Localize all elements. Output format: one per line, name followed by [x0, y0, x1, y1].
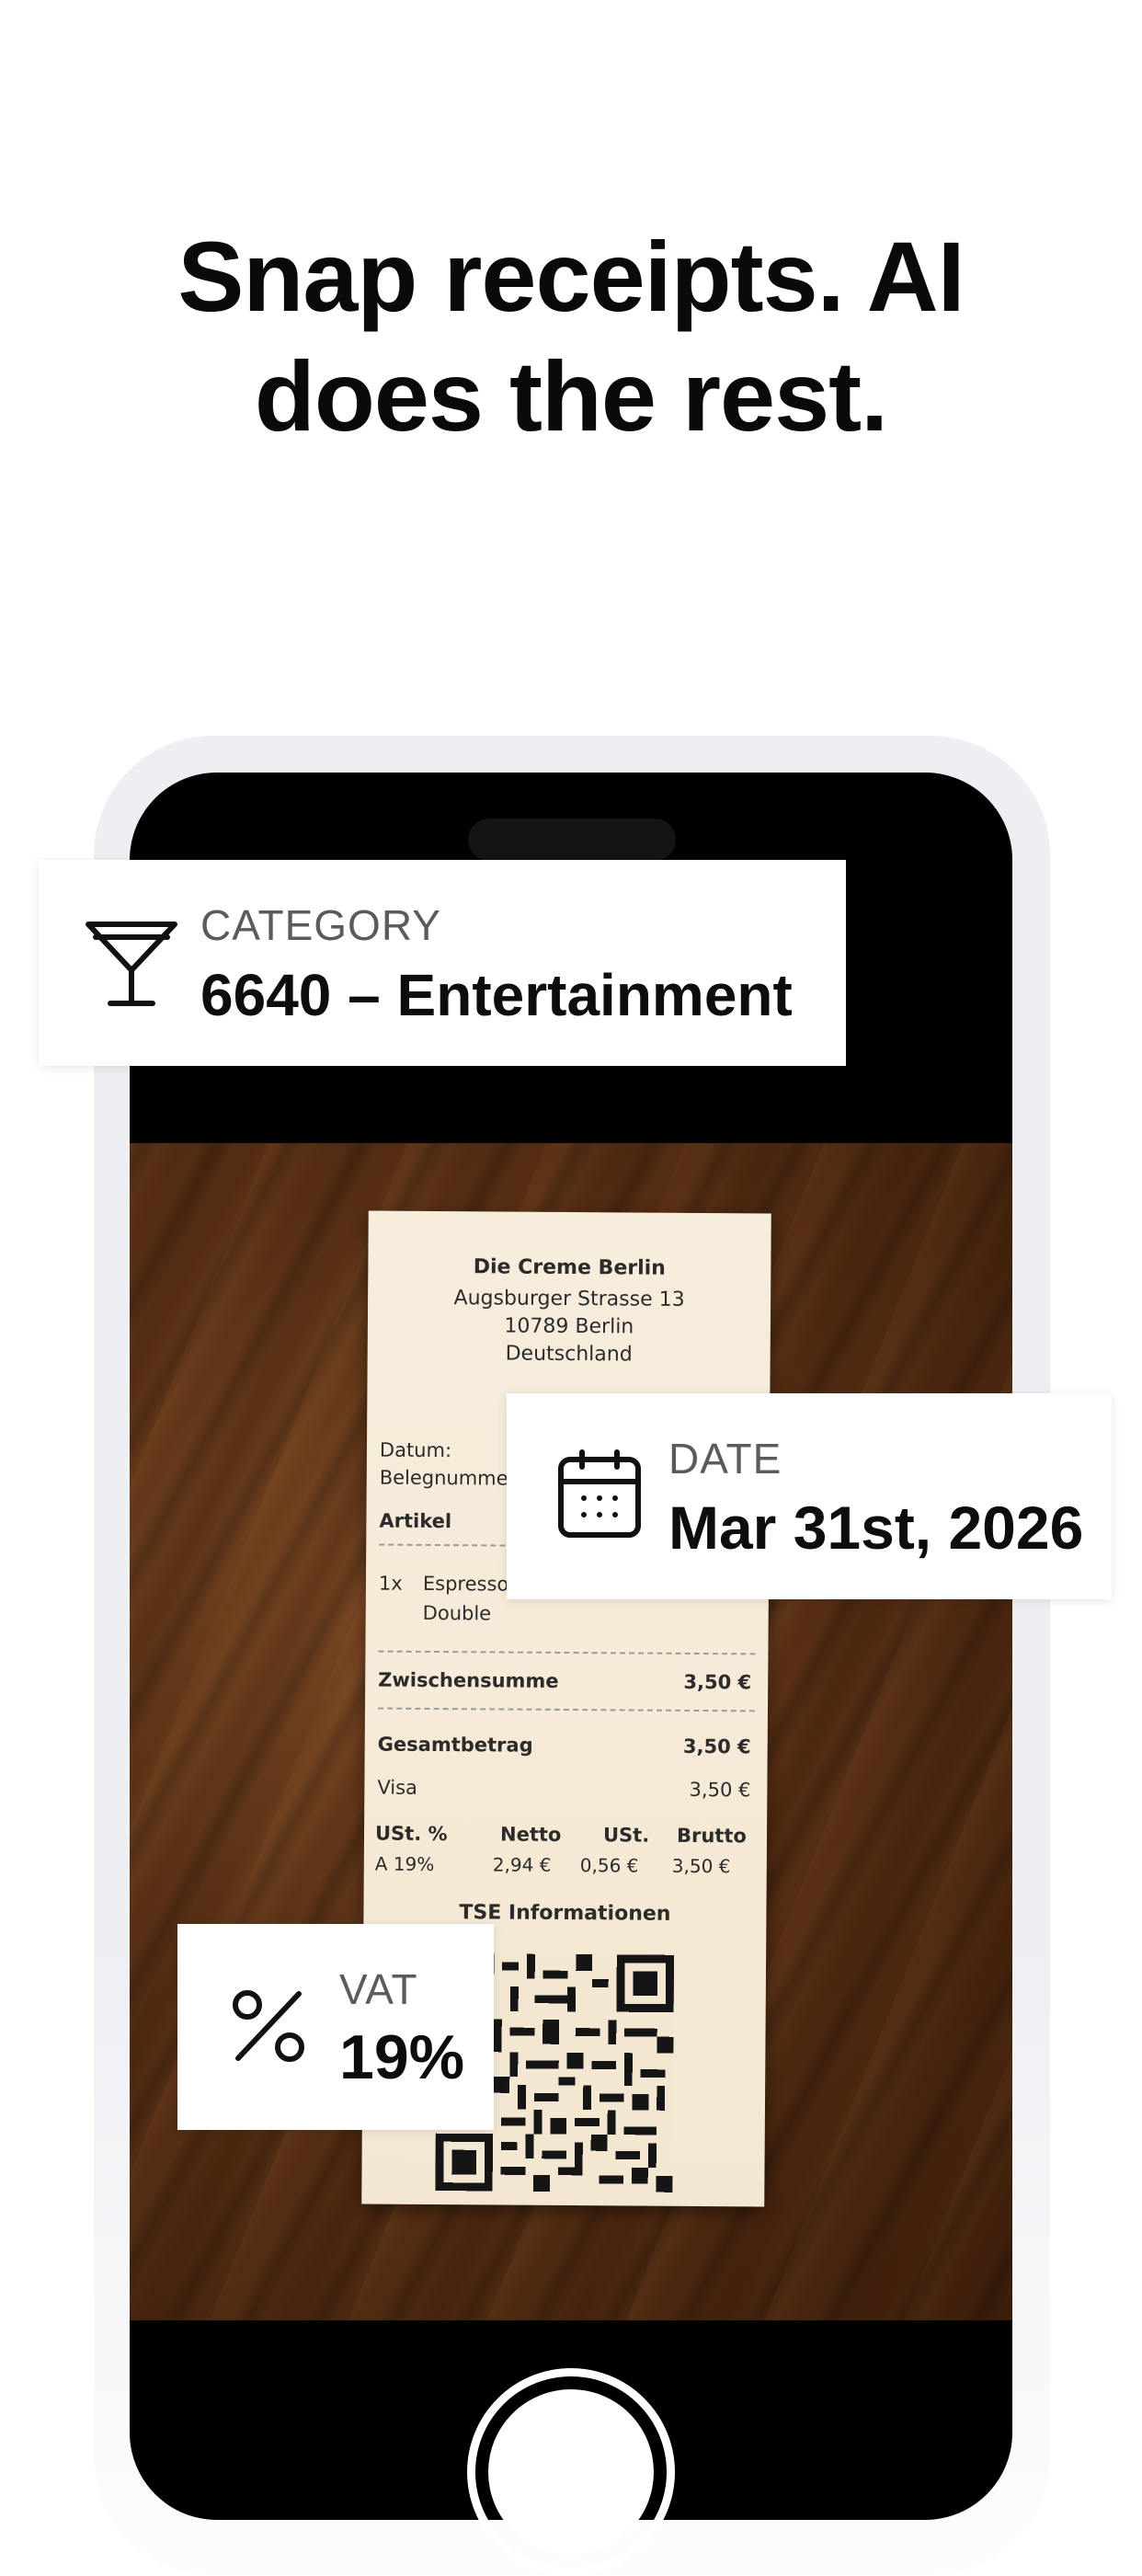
vat-card[interactable]: VAT 19%	[177, 1924, 494, 2130]
receipt-address-2: 10789 Berlin	[504, 1314, 634, 1339]
calendar-icon	[558, 1449, 641, 1538]
shutter-button[interactable]	[467, 2368, 675, 2576]
date-label: DATE	[668, 1435, 782, 1483]
receipt-payment-label: Visa	[377, 1776, 418, 1799]
dynamic-island	[468, 819, 676, 861]
shutter-button-inner	[488, 2389, 654, 2555]
receipt-vat-header: USt. %	[374, 1822, 448, 1846]
category-value: 6640 – Entertainment	[200, 962, 793, 1028]
percent-icon	[233, 1990, 304, 2062]
receipt-vat-cell: A 19%	[374, 1852, 435, 1876]
receipt-shop-name: Die Creme Berlin	[473, 1255, 666, 1280]
receipt-country: Deutschland	[505, 1342, 633, 1367]
receipt-separator	[377, 1707, 755, 1712]
receipt-item-name: Espresso	[422, 1572, 509, 1596]
receipt-datum-label: Datum:	[379, 1438, 452, 1462]
receipt-tse-label: TSE Informationen	[459, 1901, 671, 1926]
receipt-address-1: Augsburger Strasse 13	[453, 1287, 685, 1311]
date-value: Mar 31st, 2026	[668, 1494, 1084, 1562]
receipt-belegnummer-label: Belegnumme	[379, 1466, 508, 1490]
receipt-vat-header: Brutto	[676, 1824, 747, 1848]
receipt-subtotal-value: 3,50 €	[683, 1670, 752, 1694]
date-card[interactable]: DATE Mar 31st, 2026	[507, 1393, 1112, 1599]
receipt-vat-cell: 0,56 €	[579, 1854, 639, 1877]
camera-viewfinder[interactable]: Die Creme Berlin Augsburger Strasse 13 1…	[130, 1143, 1012, 2320]
receipt-payment-value: 3,50 €	[689, 1778, 751, 1802]
receipt-total-label: Gesamtbetrag	[377, 1733, 533, 1757]
receipt-vat-header: Netto	[499, 1823, 562, 1846]
receipt-vat-header: USt.	[602, 1824, 650, 1847]
receipt-artikel-header: Artikel	[379, 1509, 452, 1533]
category-label: CATEGORY	[200, 901, 441, 949]
vat-value: 19%	[339, 2022, 465, 2092]
category-card[interactable]: CATEGORY 6640 – Entertainment	[39, 860, 846, 1066]
receipt-vat-cell: 3,50 €	[671, 1854, 731, 1878]
headline-line-2: does the rest.	[254, 340, 888, 452]
cocktail-glass-icon	[86, 922, 177, 1006]
receipt-item-variant: Double	[422, 1601, 492, 1625]
receipt-vat-cell: 2,94 €	[492, 1853, 552, 1876]
receipt-separator	[378, 1650, 756, 1655]
headline: Snap receipts. AI does the rest.	[0, 217, 1142, 456]
receipt-item-qty: 1x	[378, 1572, 403, 1595]
headline-line-1: Snap receipts. AI	[177, 221, 965, 332]
receipt-total-value: 3,50 €	[682, 1735, 751, 1758]
receipt-subtotal-label: Zwischensumme	[378, 1668, 559, 1692]
vat-label: VAT	[339, 1965, 418, 2013]
